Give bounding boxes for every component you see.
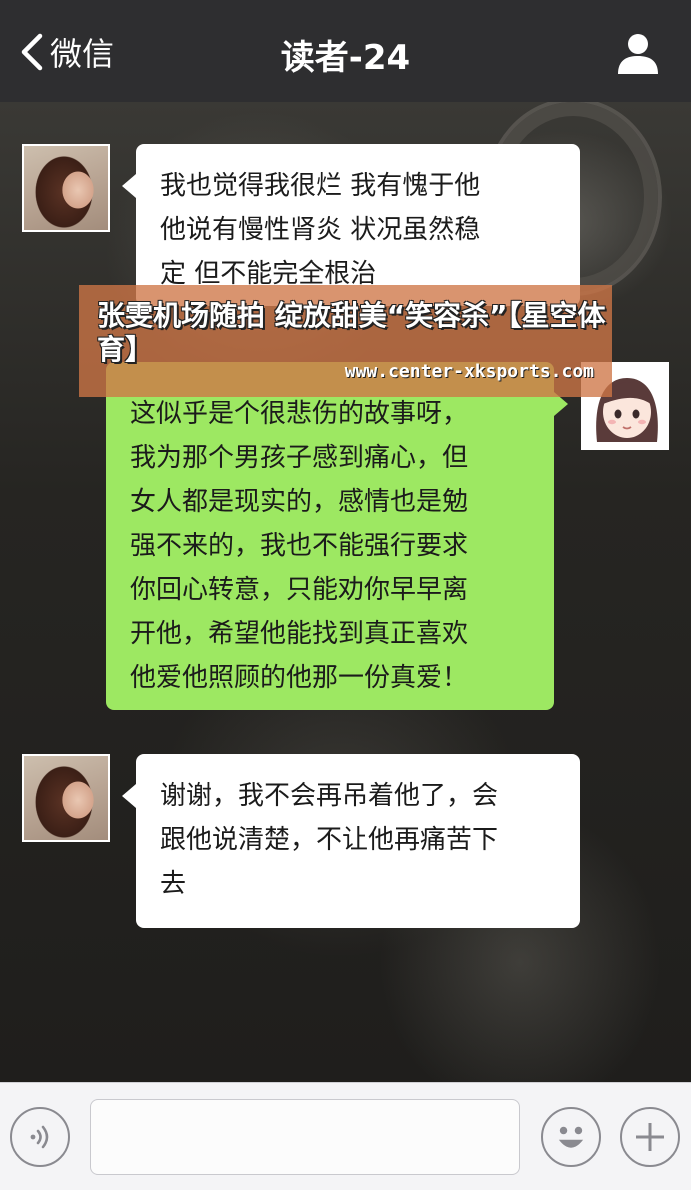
message-bubble-incoming[interactable]: 谢谢，我不会再吊着他了，会 跟他说清楚，不让他再痛苦下 去 <box>122 754 580 928</box>
message-line: 开他，希望他能找到真正喜欢 <box>130 619 469 649</box>
voice-button[interactable] <box>10 1107 70 1167</box>
more-button[interactable] <box>620 1107 680 1167</box>
voice-icon <box>30 1125 49 1149</box>
contact-avatar[interactable] <box>22 144 110 232</box>
plus-icon <box>636 1123 664 1151</box>
message-bubble-incoming[interactable]: 我也觉得我很烂 我有愧于他 他说有慢性肾炎 状况虽然稳 定 但不能完全根治 <box>122 144 580 306</box>
message-bubble-outgoing[interactable]: 这似乎是个很悲伤的故事呀， 我为那个男孩子感到痛心，但 女人都是现实的，感情也是… <box>106 362 568 710</box>
message-line: 跟他说清楚，不让他再痛苦下 <box>160 825 499 855</box>
message-line: 谢谢，我不会再吊着他了，会 <box>160 781 499 811</box>
contact-avatar[interactable] <box>22 754 110 842</box>
chat-area[interactable]: 我也觉得我很烂 我有愧于他 他说有慢性肾炎 状况虽然稳 定 但不能完全根治 这似… <box>0 102 691 1082</box>
message-line: 我也觉得我很烂 我有愧于他 <box>160 171 481 201</box>
input-bar <box>0 1082 691 1190</box>
message-input[interactable] <box>90 1099 520 1175</box>
message-line: 我为那个男孩子感到痛心，但 <box>130 443 469 473</box>
message-line: 女人都是现实的，感情也是勉 <box>130 487 469 517</box>
chat-title: 读者-24 <box>280 38 411 78</box>
message-line: 你回心转意，只能劝你早早离 <box>130 575 469 605</box>
message-line: 他爱他照顾的他那一份真爱！ <box>130 663 469 693</box>
watermark-banner: 张雯机场随拍 绽放甜美“笑容杀”【星空体育】 www.center-xkspor… <box>79 285 612 397</box>
message-line: 他说有慢性肾炎 状况虽然稳 <box>160 215 481 245</box>
banner-headline: 张雯机场随拍 绽放甜美“笑容杀”【星空体育】 <box>97 299 606 366</box>
navigation-bar: 微信 读者-24 <box>0 0 691 102</box>
message-line: 这似乎是个很悲伤的故事呀， <box>130 399 469 429</box>
message-line: 去 <box>160 869 187 899</box>
profile-icon[interactable] <box>615 30 661 76</box>
emoji-icon <box>558 1126 584 1148</box>
message-line: 强不来的，我也不能强行要求 <box>130 531 469 561</box>
emoji-button[interactable] <box>541 1107 601 1167</box>
banner-url: www.center-xksports.com <box>344 361 594 382</box>
